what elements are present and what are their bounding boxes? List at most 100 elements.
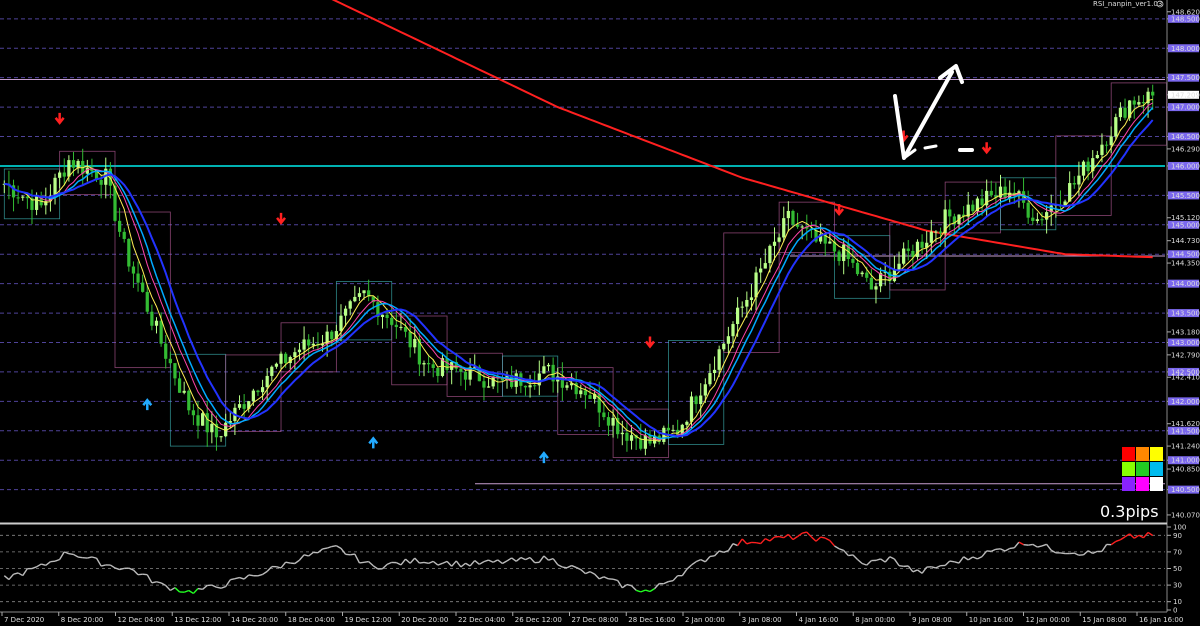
- candle-body: [1072, 183, 1076, 185]
- candle-body: [929, 231, 933, 243]
- candle-body: [648, 435, 652, 444]
- price-tick-label: 146.500: [1171, 133, 1200, 141]
- candle-body: [177, 378, 182, 393]
- candle-body: [837, 251, 841, 262]
- candle-body: [546, 364, 551, 367]
- rsi-segment: [322, 547, 328, 550]
- candle-body: [242, 404, 246, 409]
- candle-body: [311, 343, 315, 346]
- time-tick-label: 12 Jan 00:00: [1026, 616, 1070, 624]
- candle-body: [542, 366, 546, 374]
- candle-body: [906, 248, 910, 251]
- candle-body: [422, 363, 426, 365]
- candle-body: [141, 282, 145, 292]
- candle-body: [348, 301, 352, 309]
- chart-canvas: 148.620148.500148.000147.500147.209147.0…: [0, 0, 1200, 626]
- candle-body: [154, 320, 159, 326]
- rsi-segment: [359, 561, 365, 564]
- candle-body: [71, 160, 76, 168]
- candle-body: [265, 375, 269, 388]
- candle-body: [740, 306, 744, 308]
- rsi-segment: [197, 587, 203, 590]
- rsi-segment: [709, 555, 715, 558]
- candle-body: [620, 432, 624, 435]
- price-tick-label: 144.730: [1171, 237, 1200, 245]
- rsi-segment: [949, 560, 955, 563]
- candle-body: [330, 331, 334, 340]
- candle-body: [768, 245, 772, 264]
- candle-body: [237, 404, 242, 408]
- price-tick-label: 140.850: [1171, 466, 1200, 474]
- candle-body: [1141, 102, 1146, 104]
- candle-body: [34, 196, 39, 210]
- candle-body: [902, 248, 906, 264]
- candle-body: [408, 331, 412, 348]
- candle-body: [759, 268, 763, 273]
- candle-body: [842, 244, 846, 262]
- candle-body: [791, 210, 795, 225]
- candle-body: [1003, 186, 1007, 199]
- candle-body: [629, 435, 634, 441]
- candle-body: [122, 231, 126, 239]
- candle-body: [735, 307, 740, 325]
- candle-body: [16, 197, 20, 199]
- candle-body: [528, 385, 532, 388]
- candle-body: [1118, 107, 1123, 118]
- candle-body: [307, 339, 311, 346]
- candle-body: [256, 390, 260, 393]
- rsi-segment: [77, 556, 83, 559]
- candle-body: [565, 385, 569, 388]
- price-tick-label: 142.790: [1171, 351, 1200, 359]
- candle-body: [579, 390, 583, 395]
- candle-body: [353, 296, 357, 302]
- price-tick-label: 145.000: [1171, 221, 1200, 229]
- candle-body: [1123, 107, 1127, 118]
- candle-body: [971, 204, 975, 212]
- candle-body: [380, 314, 385, 317]
- candle-body: [1137, 102, 1141, 105]
- candle-body: [828, 241, 832, 244]
- rsi-segment: [248, 574, 254, 577]
- candle-body: [763, 263, 767, 269]
- rsi-segment: [216, 586, 222, 589]
- candle-body: [948, 209, 952, 217]
- color-palette-widget[interactable]: [1122, 447, 1163, 491]
- candle-body: [191, 410, 196, 416]
- price-tick-label: 140.500: [1171, 486, 1200, 494]
- time-tick-label: 3 Jan 08:00: [742, 616, 782, 624]
- candle-body: [127, 238, 131, 267]
- candle-body: [989, 190, 993, 196]
- color-swatch: [1150, 462, 1163, 476]
- candle-body: [168, 358, 172, 364]
- candle-body: [523, 385, 528, 388]
- time-tick-label: 20 Dec 20:00: [401, 616, 448, 624]
- time-tick-label: 22 Dec 04:00: [458, 616, 505, 624]
- candle-body: [602, 412, 606, 418]
- candle-body: [703, 384, 707, 396]
- rsi-segment: [423, 561, 429, 565]
- candle-body: [611, 417, 615, 426]
- candle-body: [399, 326, 403, 328]
- candle-body: [302, 339, 306, 350]
- candle-body: [173, 363, 177, 379]
- candle-body: [745, 299, 749, 307]
- candle-body: [726, 336, 731, 344]
- candle-body: [67, 160, 71, 177]
- rsi-segment: [1009, 547, 1015, 550]
- color-swatch: [1150, 447, 1163, 461]
- color-swatch: [1136, 447, 1149, 461]
- price-tick-label: 148.500: [1171, 15, 1200, 23]
- candle-body: [201, 413, 205, 426]
- price-tick-label: 144.350: [1171, 260, 1200, 268]
- price-tick-label: 142.000: [1171, 398, 1200, 406]
- candle-body: [874, 286, 878, 290]
- candle-body: [136, 273, 140, 283]
- candle-body: [274, 363, 279, 367]
- candle-body: [1077, 175, 1081, 185]
- rsi-segment: [350, 553, 355, 556]
- rsi-segment: [137, 573, 143, 576]
- time-tick-label: 4 Jan 16:00: [799, 616, 839, 624]
- candle-body: [131, 266, 136, 274]
- candle-body: [800, 226, 804, 228]
- candle-body: [394, 324, 398, 328]
